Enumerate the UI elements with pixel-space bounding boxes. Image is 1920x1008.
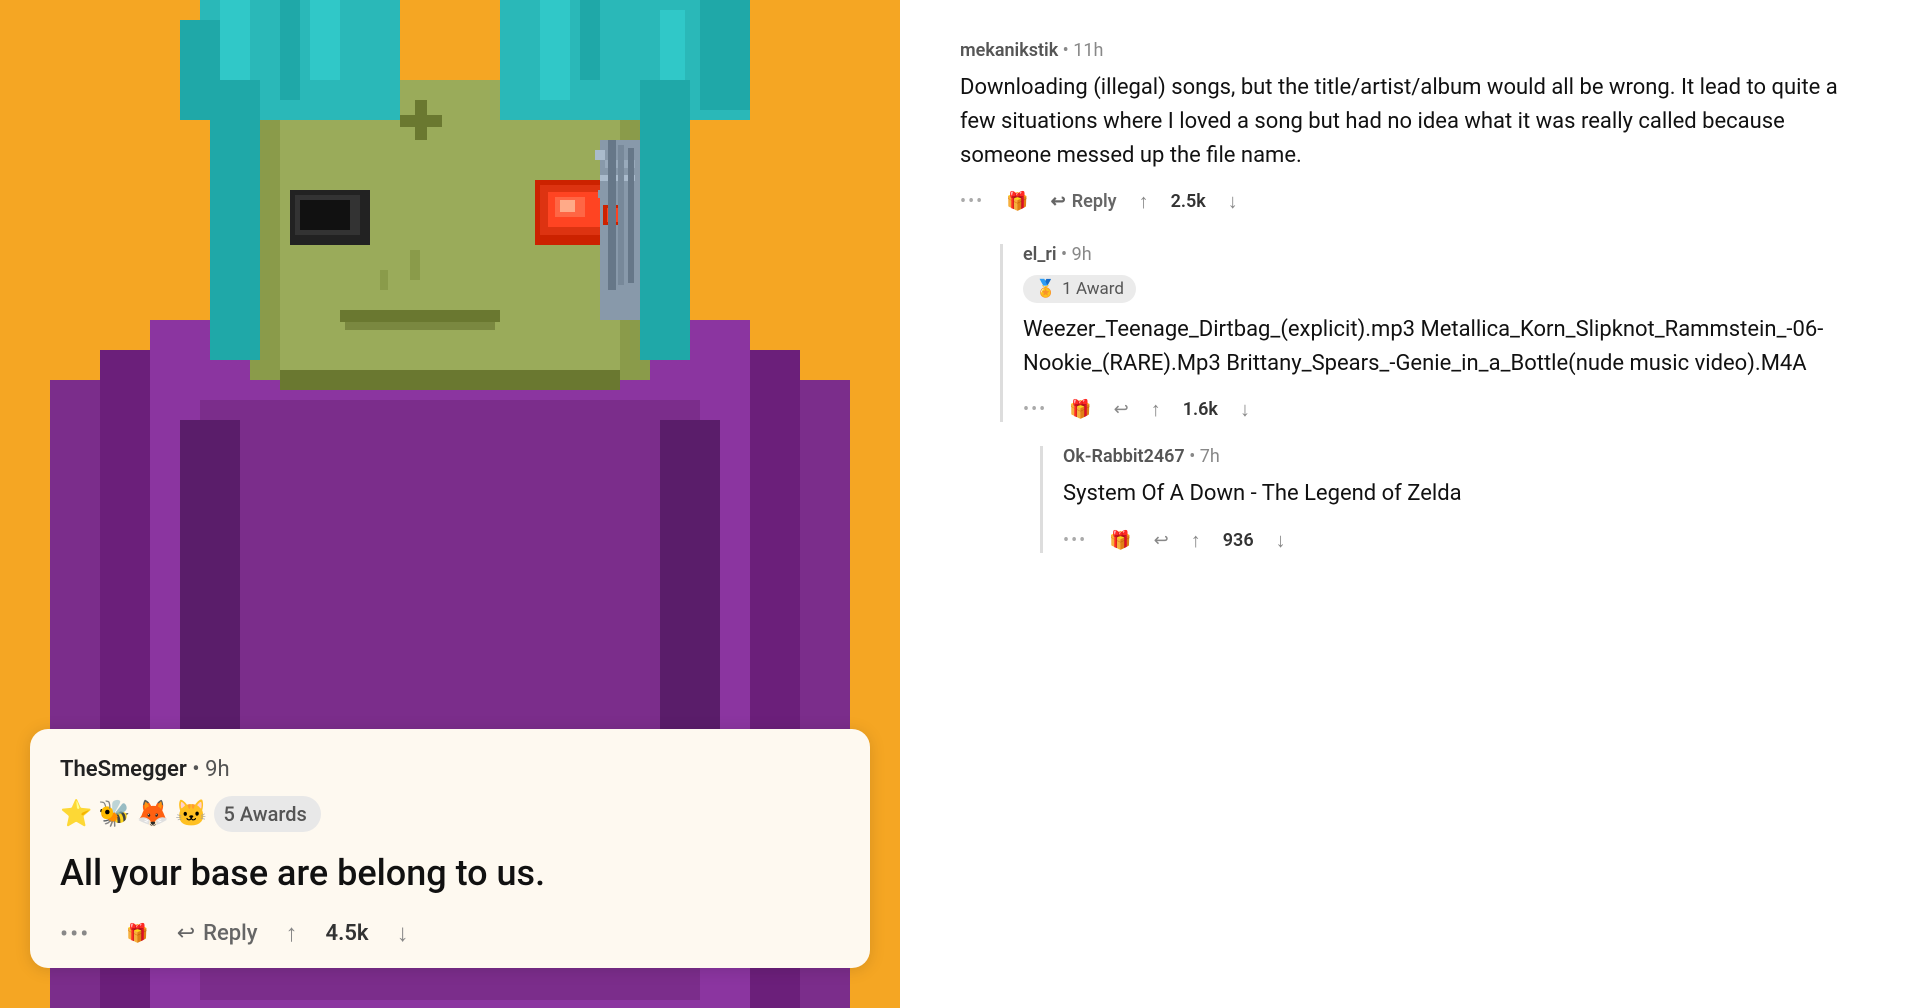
- top-comment-separator: •: [1063, 40, 1074, 61]
- reply1-more[interactable]: •••: [1023, 399, 1047, 420]
- reply-icon: ↩: [177, 921, 195, 946]
- gift-button[interactable]: 🎁: [126, 923, 148, 944]
- top-comment-reply[interactable]: ↩ Reply: [1051, 191, 1117, 212]
- downvote-button[interactable]: ↓: [397, 919, 409, 948]
- top-comment-body: Downloading (illegal) songs, but the tit…: [960, 71, 1860, 173]
- reply2-time: 7h: [1200, 446, 1220, 467]
- nested-comment-2: Ok-Rabbit2467 • 7h System Of A Down - Th…: [1040, 446, 1860, 552]
- top-comment-more[interactable]: •••: [960, 191, 984, 212]
- reply1-award-text: 1 Award: [1062, 279, 1124, 299]
- top-reply-icon: ↩: [1051, 191, 1066, 212]
- award-icon-3: 🦊: [137, 799, 169, 829]
- reply2-separator: •: [1189, 446, 1200, 467]
- reply1-footer: ••• ↩ 1.6k: [1023, 397, 1860, 422]
- reply1-downvote[interactable]: [1240, 397, 1250, 422]
- top-comment-downvote[interactable]: [1228, 189, 1238, 214]
- reply1-separator: •: [1061, 244, 1072, 265]
- top-comment-username: mekanikstik: [960, 40, 1058, 61]
- reply2-gift[interactable]: [1109, 530, 1131, 551]
- reply2-footer: ••• ↩ 936: [1063, 528, 1860, 553]
- comment-body-text: All your base are belong to us.: [60, 850, 840, 897]
- reply1-award-pill: 🏅 1 Award: [1023, 275, 1136, 303]
- reply-label: Reply: [203, 921, 257, 946]
- reply1-award-icon: 🏅: [1035, 279, 1056, 299]
- reply2-more[interactable]: •••: [1063, 530, 1087, 551]
- award-icon-2: 🐝: [98, 799, 130, 829]
- comment-time: 9h: [205, 757, 229, 782]
- top-comment-time: 11h: [1073, 40, 1103, 61]
- award-icon-4: 🐱: [175, 799, 207, 829]
- right-panel: mekanikstik • 11h Downloading (illegal) …: [900, 0, 1920, 1008]
- reply1-body: Weezer_Teenage_Dirtbag_(explicit).mp3 Me…: [1023, 313, 1860, 381]
- reply1-reply-icon-btn[interactable]: ↩: [1114, 399, 1129, 420]
- awards-badge: 5 Awards: [214, 796, 321, 832]
- reply2-body: System Of A Down - The Legend of Zelda: [1063, 477, 1860, 511]
- nested-comment-1: el_ri • 9h 🏅 1 Award Weezer_Teenage_Dirt…: [1000, 244, 1860, 422]
- reply2-score: 936: [1223, 530, 1254, 551]
- reply1-gift[interactable]: [1069, 399, 1091, 420]
- comment-username: TheSmegger: [60, 757, 187, 782]
- more-options-dots[interactable]: •••: [60, 920, 90, 948]
- reply1-score: 1.6k: [1183, 399, 1218, 420]
- left-comment-card: TheSmegger • 9h ⭐ 🐝 🦊 🐱 5 Awards All you…: [30, 729, 870, 968]
- upvote-button[interactable]: ↑: [286, 919, 298, 948]
- reply1-username: el_ri: [1023, 244, 1057, 265]
- reply1-upvote[interactable]: [1151, 397, 1161, 422]
- award-icon-1: ⭐: [60, 799, 92, 829]
- top-comment-footer: ••• ↩ Reply 2.5k: [960, 189, 1860, 214]
- reply-button[interactable]: ↩ Reply: [177, 921, 258, 946]
- reply2-meta: Ok-Rabbit2467 • 7h: [1063, 446, 1860, 467]
- comment-actions-bar: ••• 🎁 ↩ Reply ↑ 4.5k ↓: [60, 919, 840, 948]
- top-reply-label: Reply: [1072, 191, 1117, 212]
- vote-count: 4.5k: [326, 921, 369, 946]
- top-comment-score: 2.5k: [1171, 191, 1206, 212]
- comment-separator: •: [192, 757, 205, 782]
- reply2-reply-icon-btn[interactable]: ↩: [1154, 530, 1169, 551]
- top-comment-meta: mekanikstik • 11h: [960, 40, 1860, 61]
- top-comment: mekanikstik • 11h Downloading (illegal) …: [960, 40, 1860, 214]
- top-comment-gift[interactable]: [1006, 191, 1028, 212]
- awards-row: ⭐ 🐝 🦊 🐱 5 Awards: [60, 796, 840, 832]
- reply2-upvote[interactable]: [1191, 528, 1201, 553]
- reply2-downvote[interactable]: [1276, 528, 1286, 553]
- awards-count-text: 5 Awards: [224, 802, 307, 826]
- reply1-meta: el_ri • 9h: [1023, 244, 1860, 265]
- comment-author-header: TheSmegger • 9h: [60, 757, 840, 782]
- reply2-username: Ok-Rabbit2467: [1063, 446, 1185, 467]
- left-panel: TheSmegger • 9h ⭐ 🐝 🦊 🐱 5 Awards All you…: [0, 0, 900, 1008]
- top-comment-upvote[interactable]: [1139, 189, 1149, 214]
- reply1-time: 9h: [1072, 244, 1092, 265]
